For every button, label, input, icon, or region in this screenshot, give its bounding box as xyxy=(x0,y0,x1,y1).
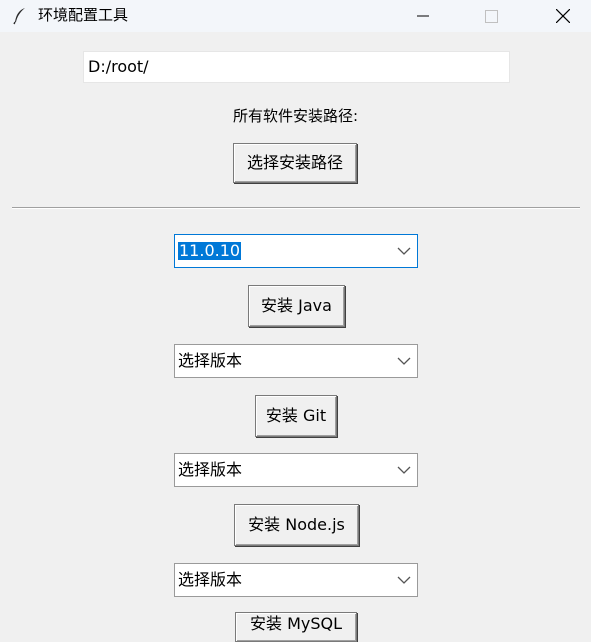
choose-install-path-button[interactable]: 选择安装路径 xyxy=(233,143,357,183)
nodejs-version-select[interactable]: 选择版本 xyxy=(174,453,418,487)
mysql-version-value: 选择版本 xyxy=(178,570,243,589)
install-nodejs-button[interactable]: 安装 Node.js xyxy=(234,504,359,546)
feather-icon xyxy=(13,8,25,25)
minimize-button[interactable] xyxy=(400,0,446,32)
mysql-version-select[interactable]: 选择版本 xyxy=(174,563,418,597)
chevron-down-icon[interactable] xyxy=(397,246,411,256)
install-path-caption: 所有软件安装路径: xyxy=(232,107,359,125)
maximize-button[interactable] xyxy=(468,0,514,32)
separator xyxy=(12,207,580,209)
window-title: 环境配置工具 xyxy=(38,6,129,24)
close-icon xyxy=(556,9,570,23)
chevron-down-icon[interactable] xyxy=(397,465,411,475)
nodejs-version-value: 选择版本 xyxy=(178,460,243,479)
title-bar[interactable]: 环境配置工具 xyxy=(0,0,591,32)
close-button[interactable] xyxy=(540,0,586,32)
chevron-down-icon[interactable] xyxy=(397,575,411,585)
install-git-button[interactable]: 安装 Git xyxy=(255,395,337,437)
git-version-select[interactable]: 选择版本 xyxy=(174,344,418,378)
maximize-icon xyxy=(484,9,498,23)
install-path-input[interactable]: D:/root/ xyxy=(83,51,510,83)
install-mysql-button[interactable]: 安装 MySQL xyxy=(235,612,357,642)
install-java-button[interactable]: 安装 Java xyxy=(248,285,345,327)
java-version-select[interactable]: 11.0.10 xyxy=(174,234,418,268)
chevron-down-icon[interactable] xyxy=(397,356,411,366)
minimize-icon xyxy=(417,15,429,17)
git-version-value: 选择版本 xyxy=(178,351,243,370)
java-version-value: 11.0.10 xyxy=(178,241,242,260)
